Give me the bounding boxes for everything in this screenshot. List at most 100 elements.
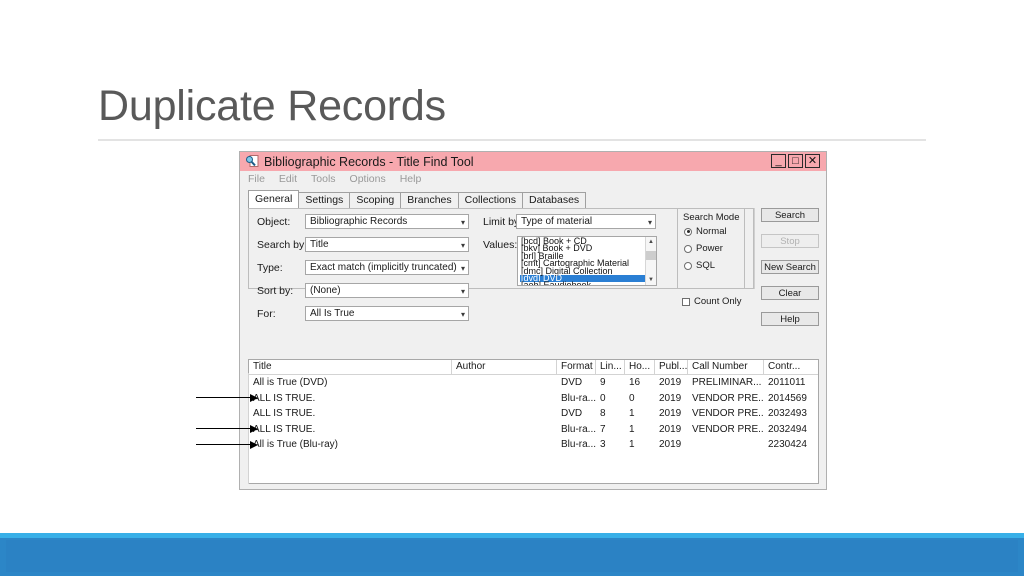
radio-power[interactable]: Power [684, 243, 723, 254]
minimize-icon[interactable]: _ [771, 154, 786, 168]
label-search-by: Search by: [257, 238, 308, 251]
close-icon[interactable]: ✕ [805, 154, 820, 168]
search-button[interactable]: Search [761, 208, 819, 222]
menubar: File Edit Tools Options Help [240, 171, 826, 187]
cell-holdings: 0 [629, 392, 635, 404]
radio-power-icon[interactable] [684, 244, 692, 253]
menu-item-file[interactable]: File [248, 173, 265, 185]
cell-holdings: 16 [629, 377, 641, 388]
tab-general[interactable]: General [248, 190, 300, 208]
help-button[interactable]: Help [761, 312, 819, 326]
table-row[interactable]: All is True (Blu-ray) Blu-ra... 3 1 2019… [249, 437, 818, 453]
tab-databases[interactable]: Databases [521, 192, 587, 208]
column-header-call-number[interactable]: Call Number [688, 360, 764, 374]
cell-control: 2032493 [768, 408, 807, 419]
column-header-author[interactable]: Author [452, 360, 557, 374]
clear-button[interactable]: Clear [761, 286, 819, 300]
tab-scoping[interactable]: Scoping [349, 192, 402, 208]
count-only-checkbox-icon[interactable] [682, 297, 690, 306]
window-title-text: Bibliographic Records - Title Find Tool [264, 154, 474, 169]
menu-item-help[interactable]: Help [400, 173, 422, 185]
window-controls: _ □ ✕ [771, 154, 822, 168]
column-header-control[interactable]: Contr... [764, 360, 818, 374]
field-object: Object: Bibliographic Records ▾ [257, 214, 469, 229]
field-limit-by: Limit by: Type of material ▾ [483, 214, 656, 229]
type-combobox[interactable]: Exact match (implicitly truncated) ▾ [305, 260, 469, 275]
table-row[interactable]: ALL IS TRUE. Blu-ra... 7 1 2019 VENDOR P… [249, 422, 818, 438]
scrollbar-thumb[interactable] [646, 251, 656, 260]
table-row[interactable]: ALL IS TRUE. Blu-ra... 0 0 2019 VENDOR P… [249, 391, 818, 407]
scroll-down-icon[interactable]: ▼ [646, 275, 656, 285]
chevron-down-icon: ▾ [460, 218, 465, 227]
values-listbox-items: [bcd] Book + CD [bkv] Book + DVD [brl] B… [518, 237, 645, 285]
cell-holdings: 1 [629, 439, 635, 450]
column-header-title[interactable]: Title [249, 360, 452, 374]
radio-normal[interactable]: Normal [684, 226, 727, 237]
cell-links: 3 [600, 439, 606, 450]
column-header-links[interactable]: Lin... [596, 360, 625, 374]
sort-by-value: (None) [310, 285, 341, 296]
search-mode-group: Search Mode Normal Power SQL [677, 208, 745, 289]
type-value: Exact match (implicitly truncated) [310, 262, 457, 273]
label-limit-by: Limit by: [483, 215, 523, 228]
search-by-combobox[interactable]: Title ▾ [305, 237, 469, 252]
annotation-arrow-row4 [196, 424, 258, 433]
values-scrollbar[interactable]: ▲ ▼ [645, 237, 656, 285]
new-search-button[interactable]: New Search [761, 260, 819, 274]
table-row[interactable]: ALL IS TRUE. DVD 8 1 2019 VENDOR PRE... … [249, 406, 818, 422]
footer-band-inner [6, 540, 1018, 572]
cell-published: 2019 [659, 377, 682, 388]
window-titlebar: Bibliographic Records - Title Find Tool … [240, 152, 826, 171]
cell-format: Blu-ra... [561, 439, 596, 450]
scroll-up-icon[interactable]: ▲ [646, 237, 656, 247]
annotation-arrow-row2 [196, 393, 258, 402]
search-by-value: Title [310, 239, 329, 250]
menu-item-options[interactable]: Options [350, 173, 386, 185]
footer-band-accent [0, 533, 1024, 538]
cell-title: ALL IS TRUE. [253, 423, 316, 435]
radio-normal-label: Normal [696, 226, 727, 237]
cell-links: 8 [600, 408, 606, 419]
values-listbox[interactable]: [bcd] Book + CD [bkv] Book + DVD [brl] B… [517, 236, 657, 286]
cell-links: 9 [600, 377, 606, 388]
radio-sql[interactable]: SQL [684, 260, 715, 271]
annotation-arrow-row5 [196, 440, 258, 449]
page-title: Duplicate Records [98, 82, 446, 130]
column-header-format[interactable]: Format [557, 360, 596, 374]
for-value: All Is True [310, 308, 355, 319]
cell-links: 7 [600, 423, 606, 435]
for-combobox[interactable]: All Is True ▾ [305, 306, 469, 321]
cell-call-number: VENDOR PRE... [692, 408, 764, 419]
field-sort-by: Sort by: (None) ▾ [257, 283, 469, 298]
radio-sql-icon[interactable] [684, 261, 692, 270]
cell-format: Blu-ra... [561, 423, 596, 435]
count-only-checkbox[interactable]: Count Only [682, 296, 742, 307]
cell-published: 2019 [659, 423, 682, 435]
field-search-by: Search by: Title ▾ [257, 237, 469, 252]
menu-item-edit[interactable]: Edit [279, 173, 297, 185]
cell-author [452, 406, 557, 422]
sort-by-combobox[interactable]: (None) ▾ [305, 283, 469, 298]
cell-format: Blu-ra... [561, 392, 596, 404]
tab-settings[interactable]: Settings [298, 192, 351, 208]
table-row[interactable]: All is True (DVD) DVD 9 16 2019 PRELIMIN… [249, 375, 818, 391]
cell-call-number: VENDOR PRE... [692, 392, 764, 404]
bibliographic-records-window: Bibliographic Records - Title Find Tool … [239, 151, 827, 490]
cell-title: All is True (DVD) [253, 377, 328, 388]
menu-item-tools[interactable]: Tools [311, 173, 336, 185]
limit-by-combobox[interactable]: Type of material ▾ [516, 214, 656, 229]
cell-links: 0 [600, 392, 606, 404]
maximize-icon[interactable]: □ [788, 154, 803, 168]
tab-collections[interactable]: Collections [457, 192, 523, 208]
column-header-published[interactable]: Publ... [655, 360, 688, 374]
field-type: Type: Exact match (implicitly truncated)… [257, 260, 469, 275]
tab-branches[interactable]: Branches [400, 192, 459, 208]
cell-author [452, 375, 557, 391]
chevron-down-icon: ▾ [460, 241, 465, 250]
results-grid[interactable]: Title Author Format Lin... Ho... Publ...… [248, 359, 819, 484]
object-combobox[interactable]: Bibliographic Records ▾ [305, 214, 469, 229]
radio-normal-icon[interactable] [684, 227, 692, 236]
chevron-down-icon: ▾ [647, 218, 652, 227]
column-header-holdings[interactable]: Ho... [625, 360, 655, 374]
list-item[interactable]: [aeb] Eaudiobook [520, 281, 645, 285]
